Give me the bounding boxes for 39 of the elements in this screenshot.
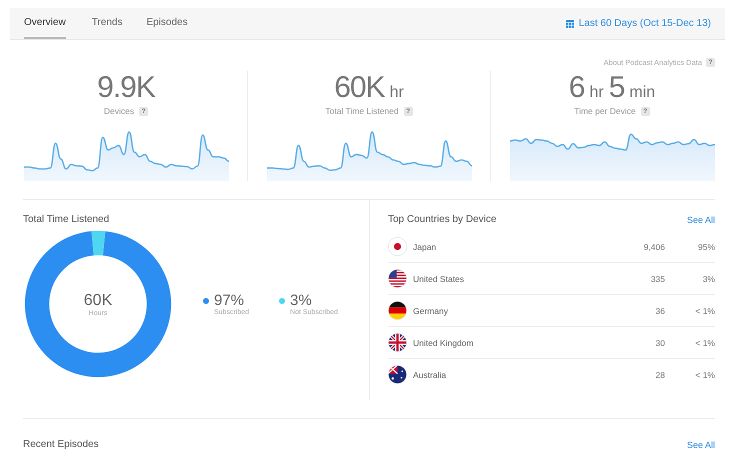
calendar-icon [566, 20, 574, 28]
device-share: < 1% [694, 306, 715, 316]
device-share: < 1% [694, 338, 715, 348]
device-count: 28 [654, 370, 665, 380]
metric-value: 60K hr [334, 71, 404, 105]
donut-center-value: 60K [84, 292, 112, 310]
flag-icon [388, 237, 407, 256]
section-title: Recent Episodes [23, 439, 99, 450]
device-count: 9,406 [642, 242, 665, 252]
metric-value: 6 hr 5 min [568, 71, 656, 105]
tab[interactable]: Episodes [136, 8, 198, 39]
country-name: Germany [413, 306, 449, 316]
flag-icon [388, 333, 407, 352]
metric-value: 9.9K [97, 71, 155, 105]
section-title: Top Countries by Device [388, 214, 496, 225]
country-name: Japan [413, 242, 438, 252]
device-share: < 1% [694, 370, 715, 380]
date-range-link[interactable]: Last 60 Days (Oct 15-Dec 13) [566, 8, 711, 39]
tab[interactable]: Overview [24, 8, 66, 39]
see-all-link[interactable]: See All [686, 214, 715, 224]
legend-value: 3% [290, 292, 312, 309]
see-all-link[interactable]: See All [686, 440, 715, 450]
flag-icon [388, 365, 407, 384]
flag-icon [388, 301, 407, 320]
device-count: 30 [654, 338, 665, 348]
device-share: 95% [696, 242, 715, 252]
device-share: 3% [702, 274, 715, 284]
device-count: 36 [654, 306, 665, 316]
metric-label: Devices [104, 106, 134, 116]
flag-icon [388, 269, 407, 288]
country-name: United Kingdom [413, 338, 474, 348]
metric-label: Total Time Listened [325, 106, 399, 116]
section-title: Total Time Listened [23, 214, 110, 225]
country-name: United States [413, 274, 466, 284]
tab[interactable]: Trends [82, 8, 132, 39]
device-count: 335 [650, 274, 665, 284]
country-name: Australia [413, 370, 448, 380]
legend-value: 97% [214, 292, 244, 309]
metric-label: Time per Device [574, 106, 636, 116]
